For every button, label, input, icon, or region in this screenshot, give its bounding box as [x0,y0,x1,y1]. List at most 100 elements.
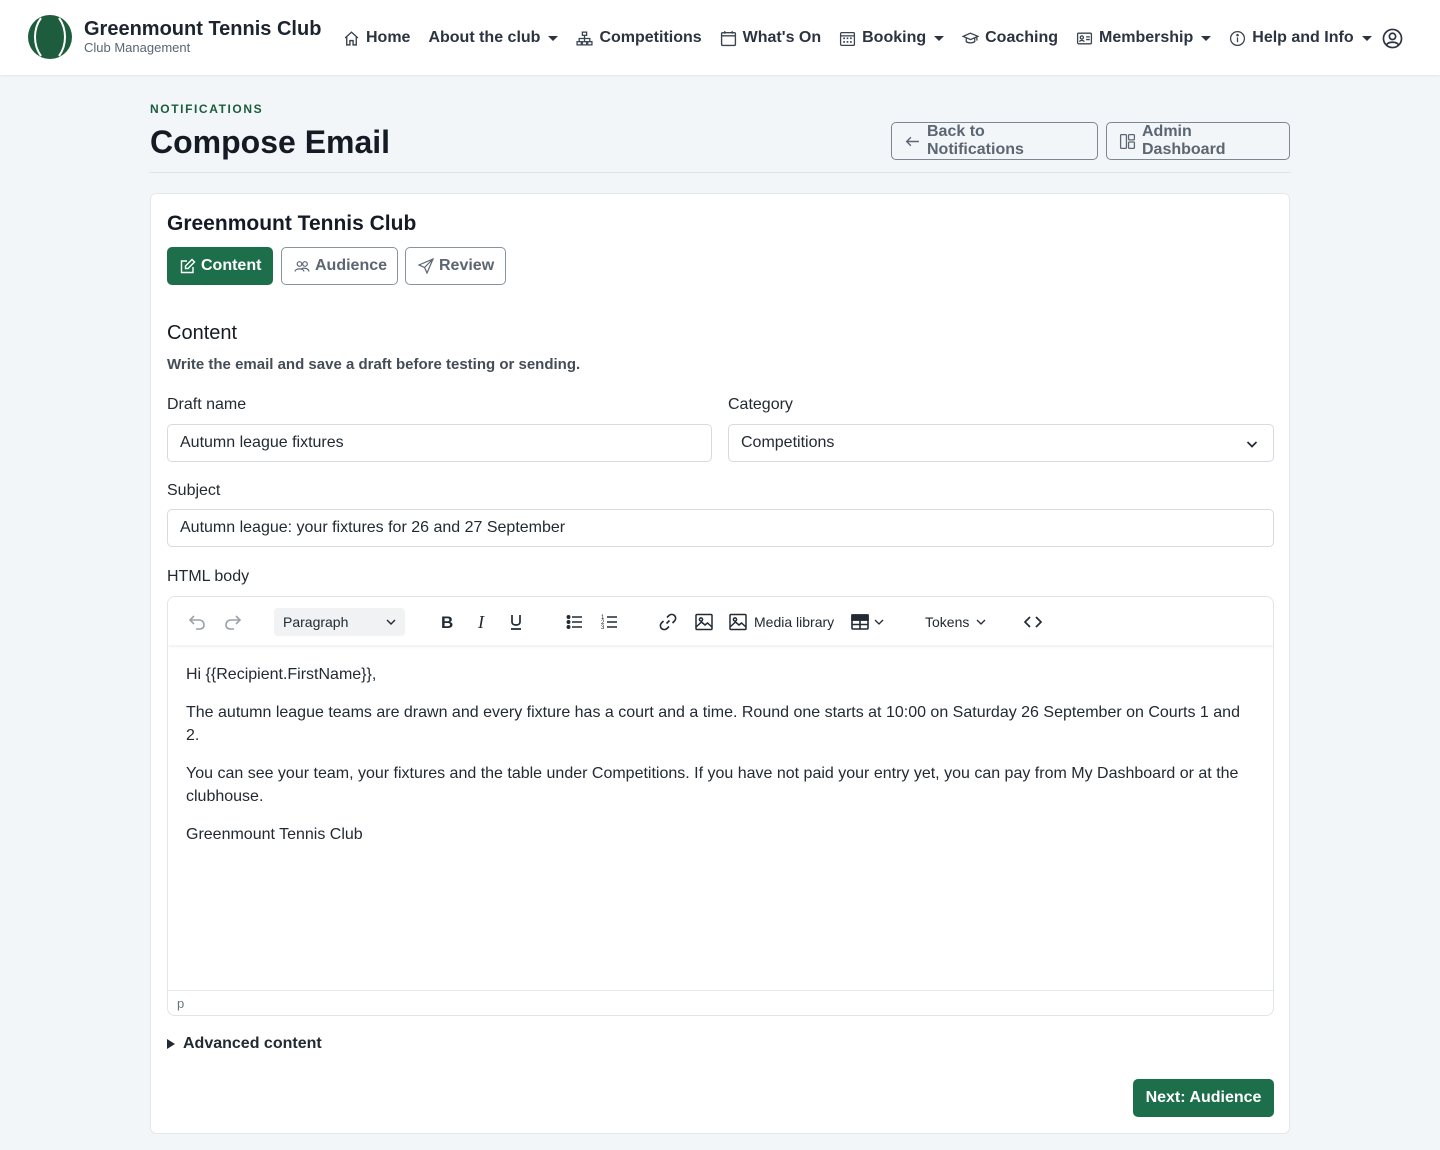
subject-input[interactable] [167,509,1274,547]
eyebrow-label: NOTIFICATIONS [150,102,264,116]
editor-toolbar: Paragraph B I 123 Media library Tokens [168,597,1273,645]
html-body-label: HTML body [167,568,250,585]
section-subtitle: Write the email and save a draft before … [167,356,581,373]
nav-whats-on[interactable]: What's On [720,27,821,49]
category-label: Category [728,396,793,413]
bold-icon: B [437,612,457,632]
tab-review[interactable]: Review [405,247,506,285]
nav-membership-label: Membership [1099,29,1194,46]
nav-membership[interactable]: Membership [1076,27,1212,49]
info-icon [1229,30,1246,47]
email-paragraph: Hi {{Recipient.FirstName}}, [186,666,377,683]
send-icon [418,258,434,274]
editor-content-area[interactable]: Hi {{Recipient.FirstName}}, The autumn l… [186,663,1255,861]
advanced-content-toggle[interactable]: Advanced content [167,1035,322,1053]
next-audience-button[interactable]: Next: Audience [1133,1079,1274,1117]
redo-icon [223,612,243,632]
caret-down-icon [1361,35,1372,41]
tennis-ball-logo [28,15,72,59]
disclosure-triangle-icon [167,1039,175,1049]
numbered-list-button[interactable]: 123 [600,611,620,633]
admin-dashboard-button[interactable]: Admin Dashboard [1106,122,1290,160]
tab-content-label: Content [201,257,262,274]
advanced-content-label: Advanced content [183,1035,322,1052]
calendar-grid-icon [839,30,856,47]
nav-help-label: Help and Info [1252,29,1354,46]
brand[interactable]: Greenmount Tennis Club Club Management [28,15,321,59]
editor-statusbar: p [168,990,1273,1015]
tab-audience[interactable]: Audience [281,247,398,285]
chevron-down-icon [975,616,987,628]
block-format-value: Paragraph [283,614,349,630]
nav-coaching[interactable]: Coaching [962,27,1058,49]
svg-text:B: B [441,613,453,632]
chevron-down-icon [1245,437,1259,451]
user-circle-icon[interactable] [1382,28,1403,49]
subject-field[interactable] [180,519,1261,537]
sitemap-icon [576,30,594,47]
tokens-label: Tokens [925,614,970,630]
link-icon [658,612,678,632]
draft-name-input[interactable] [167,424,712,462]
underline-icon [506,612,526,632]
nav-competitions-label: Competitions [599,29,702,46]
tab-review-label: Review [439,257,495,274]
tokens-dropdown[interactable]: Tokens [925,611,987,633]
table-icon [850,612,870,632]
italic-button[interactable]: I [472,611,492,633]
underline-button[interactable] [506,611,526,633]
nav-home[interactable]: Home [343,27,410,49]
draft-name-label: Draft name [167,396,247,413]
calendar-icon [720,30,737,47]
email-paragraph: Greenmount Tennis Club [186,826,363,843]
media-library-button[interactable]: Media library [728,611,834,633]
rich-text-editor: Paragraph B I 123 Media library Tokens H… [167,596,1274,1016]
draft-name-field[interactable] [180,434,699,452]
nav-booking[interactable]: Booking [839,27,945,49]
chevron-down-icon [873,616,885,628]
category-select[interactable]: Competitions [728,424,1274,462]
media-library-label: Media library [754,614,835,630]
bullet-list-icon [565,612,585,632]
numbered-list-icon: 123 [600,612,620,632]
email-paragraph: You can see your team, your fixtures and… [186,765,1239,805]
chevron-down-icon [385,616,397,628]
caret-down-icon [1201,35,1212,41]
back-to-notifications-button[interactable]: Back to Notifications [891,122,1098,160]
admin-dashboard-label: Admin Dashboard [1142,123,1226,158]
people-icon [294,258,310,274]
nav-booking-label: Booking [862,29,927,46]
compose-card: Greenmount Tennis Club Content Audience … [150,193,1290,1134]
table-button[interactable] [850,611,885,633]
block-format-select[interactable]: Paragraph [274,608,405,636]
source-code-button[interactable] [1023,611,1043,633]
bullet-list-button[interactable] [565,611,585,633]
svg-text:3: 3 [601,625,605,631]
code-icon [1023,612,1043,632]
media-library-icon [728,612,748,632]
arrow-left-icon [904,133,921,150]
link-button[interactable] [658,611,678,633]
tab-content[interactable]: Content [167,247,273,285]
bold-button[interactable]: B [437,611,457,633]
email-paragraph: The autumn league teams are drawn and ev… [186,704,1240,744]
nav-about-label: About the club [428,29,541,46]
nav-competitions[interactable]: Competitions [576,27,702,49]
page-title: Compose Email [150,124,391,160]
undo-icon [187,612,207,632]
nav-home-label: Home [366,29,411,46]
home-icon [343,30,360,47]
italic-icon: I [472,612,492,632]
tab-audience-label: Audience [315,257,388,274]
element-path[interactable]: p [177,996,184,1011]
undo-button[interactable] [187,611,207,633]
redo-button[interactable] [223,611,243,633]
brand-subtitle: Club Management [84,40,191,55]
image-button[interactable] [694,611,714,633]
nav-help[interactable]: Help and Info [1229,27,1372,49]
category-value: Competitions [741,434,835,451]
svg-text:I: I [477,612,485,632]
nav-about[interactable]: About the club [428,27,559,49]
edit-icon [180,258,196,274]
nav-coaching-label: Coaching [985,29,1059,46]
